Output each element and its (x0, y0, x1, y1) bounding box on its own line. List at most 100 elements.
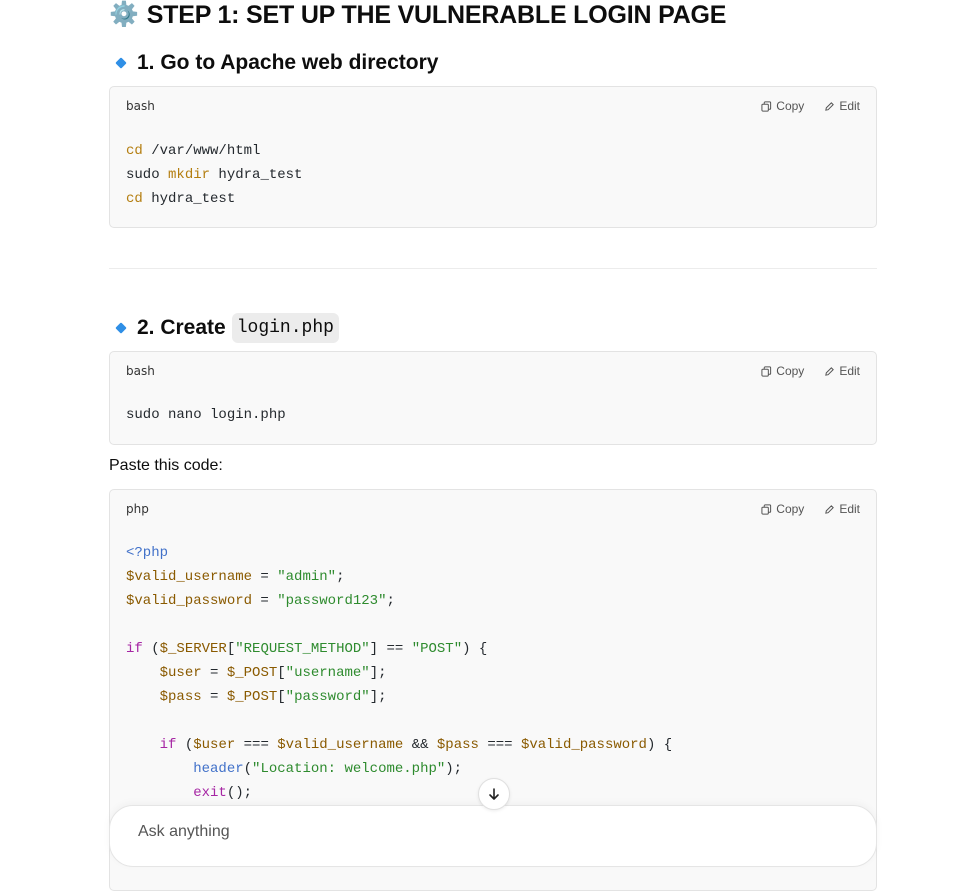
code-token: ); (445, 761, 463, 777)
code-token: $valid_password (520, 737, 647, 753)
code-token: ) { (646, 737, 673, 753)
step-1-title: 1. Go to Apache web directory (137, 51, 439, 74)
code-token: && (403, 737, 437, 753)
code-token: [ (277, 665, 286, 681)
step-2-heading: 2. Create login.php (113, 313, 339, 343)
code-block-1: bash Copy Edit cd /var/www/html sudo mkd… (109, 86, 877, 228)
code-token: ( (142, 641, 160, 657)
code-token: $valid_username (126, 569, 253, 585)
code-line: $valid_password = "password123"; (126, 593, 395, 609)
diamond-icon (115, 322, 127, 334)
code-line: exit(); (126, 785, 252, 801)
code-token: exit (193, 785, 227, 801)
code-token: $_SERVER (159, 641, 227, 657)
code-token: <?php (126, 545, 169, 561)
code-token: mkdir (168, 167, 211, 183)
pencil-icon (825, 504, 835, 514)
copy-icon (761, 365, 772, 377)
code-token: if (126, 641, 143, 657)
code-line: if ($_SERVER["REQUEST_METHOD"] == "POST"… (126, 641, 487, 657)
edit-button[interactable]: Edit (824, 502, 860, 516)
code-token: "POST" (411, 641, 463, 657)
paste-instruction: Paste this code: (109, 457, 223, 474)
code-token: ( (243, 761, 253, 777)
code-token: $valid_password (126, 593, 253, 609)
code-line: cd /var/www/html (126, 143, 260, 159)
copy-button[interactable]: Copy (761, 364, 804, 378)
edit-label: Edit (839, 364, 860, 378)
code-token: === (235, 737, 278, 753)
code-token: ] == (369, 641, 412, 657)
section-divider (109, 268, 877, 269)
code-token: header (193, 761, 244, 777)
step-2-title: 2. Create (137, 316, 226, 339)
code-block-header: bash Copy Edit (110, 87, 876, 125)
code-token: "password" (285, 689, 370, 705)
code-token: [ (226, 641, 236, 657)
pencil-icon (825, 366, 835, 376)
code-token: ; (386, 593, 395, 609)
code-token: if (159, 737, 177, 753)
diamond-icon (115, 57, 127, 69)
copy-label: Copy (776, 364, 805, 378)
step-1-heading: 1. Go to Apache web directory (113, 50, 438, 76)
chat-input[interactable] (136, 822, 740, 842)
code-token: cd (126, 143, 143, 159)
arrow-down-icon (489, 788, 499, 800)
code-token: cd (126, 191, 143, 207)
code-line: sudo mkdir hydra_test (126, 167, 302, 183)
code-token: = (201, 665, 227, 681)
code-language-label: bash (126, 364, 155, 378)
copy-button[interactable]: Copy (761, 99, 804, 113)
code-token: "username" (285, 665, 370, 681)
code-token: hydra_test (142, 191, 236, 207)
copy-label: Copy (776, 99, 805, 113)
copy-button[interactable]: Copy (761, 502, 804, 516)
copy-icon (761, 503, 772, 515)
code-token: ( (176, 737, 194, 753)
code-token: $user (193, 737, 236, 753)
edit-button[interactable]: Edit (824, 364, 860, 378)
code-token: = (252, 569, 278, 585)
code-content: cd /var/www/html sudo mkdir hydra_test c… (110, 125, 876, 227)
copy-label: Copy (776, 502, 805, 516)
code-line: if ($user === $valid_username && $pass =… (126, 737, 673, 753)
code-token: ]; (369, 665, 387, 681)
code-line: sudo nano login.php (126, 407, 286, 423)
edit-button[interactable]: Edit (824, 99, 860, 113)
edit-label: Edit (839, 502, 860, 516)
code-line: <?php (126, 545, 168, 561)
edit-label: Edit (839, 99, 860, 113)
code-token: "admin" (277, 569, 337, 585)
code-token: $_POST (226, 689, 278, 705)
pencil-icon (825, 101, 835, 111)
code-token: sudo (126, 167, 169, 183)
code-token: /var/www/html (142, 143, 261, 159)
code-token: $pass (159, 689, 202, 705)
code-token: "password123" (277, 593, 387, 609)
code-token: [ (277, 689, 286, 705)
code-token: hydra_test (210, 167, 303, 183)
code-language-label: bash (126, 99, 155, 113)
code-line: $pass = $_POST["password"]; (126, 689, 387, 705)
code-line: header("Location: welcome.php"); (126, 761, 462, 777)
code-token: sudo nano login.php (126, 407, 286, 423)
code-token: "REQUEST_METHOD" (235, 641, 370, 657)
code-token: $_POST (226, 665, 278, 681)
inline-code-filename: login.php (231, 313, 339, 343)
code-content: sudo nano login.php (110, 390, 876, 443)
code-line: $valid_username = "admin"; (126, 569, 344, 585)
section-heading-text: STEP 1: SET UP THE VULNERABLE LOGIN PAGE (146, 1, 727, 29)
scroll-down-button[interactable] (478, 778, 510, 810)
chat-composer[interactable] (109, 805, 877, 867)
code-block-2: bash Copy Edit sudo nano login.php (109, 351, 877, 445)
code-token: ]; (369, 689, 387, 705)
code-line: $user = $_POST["username"]; (126, 665, 387, 681)
code-token: === (478, 737, 521, 753)
section-heading: ⚙️ STEP 1: SET UP THE VULNERABLE LOGIN P… (109, 0, 726, 30)
